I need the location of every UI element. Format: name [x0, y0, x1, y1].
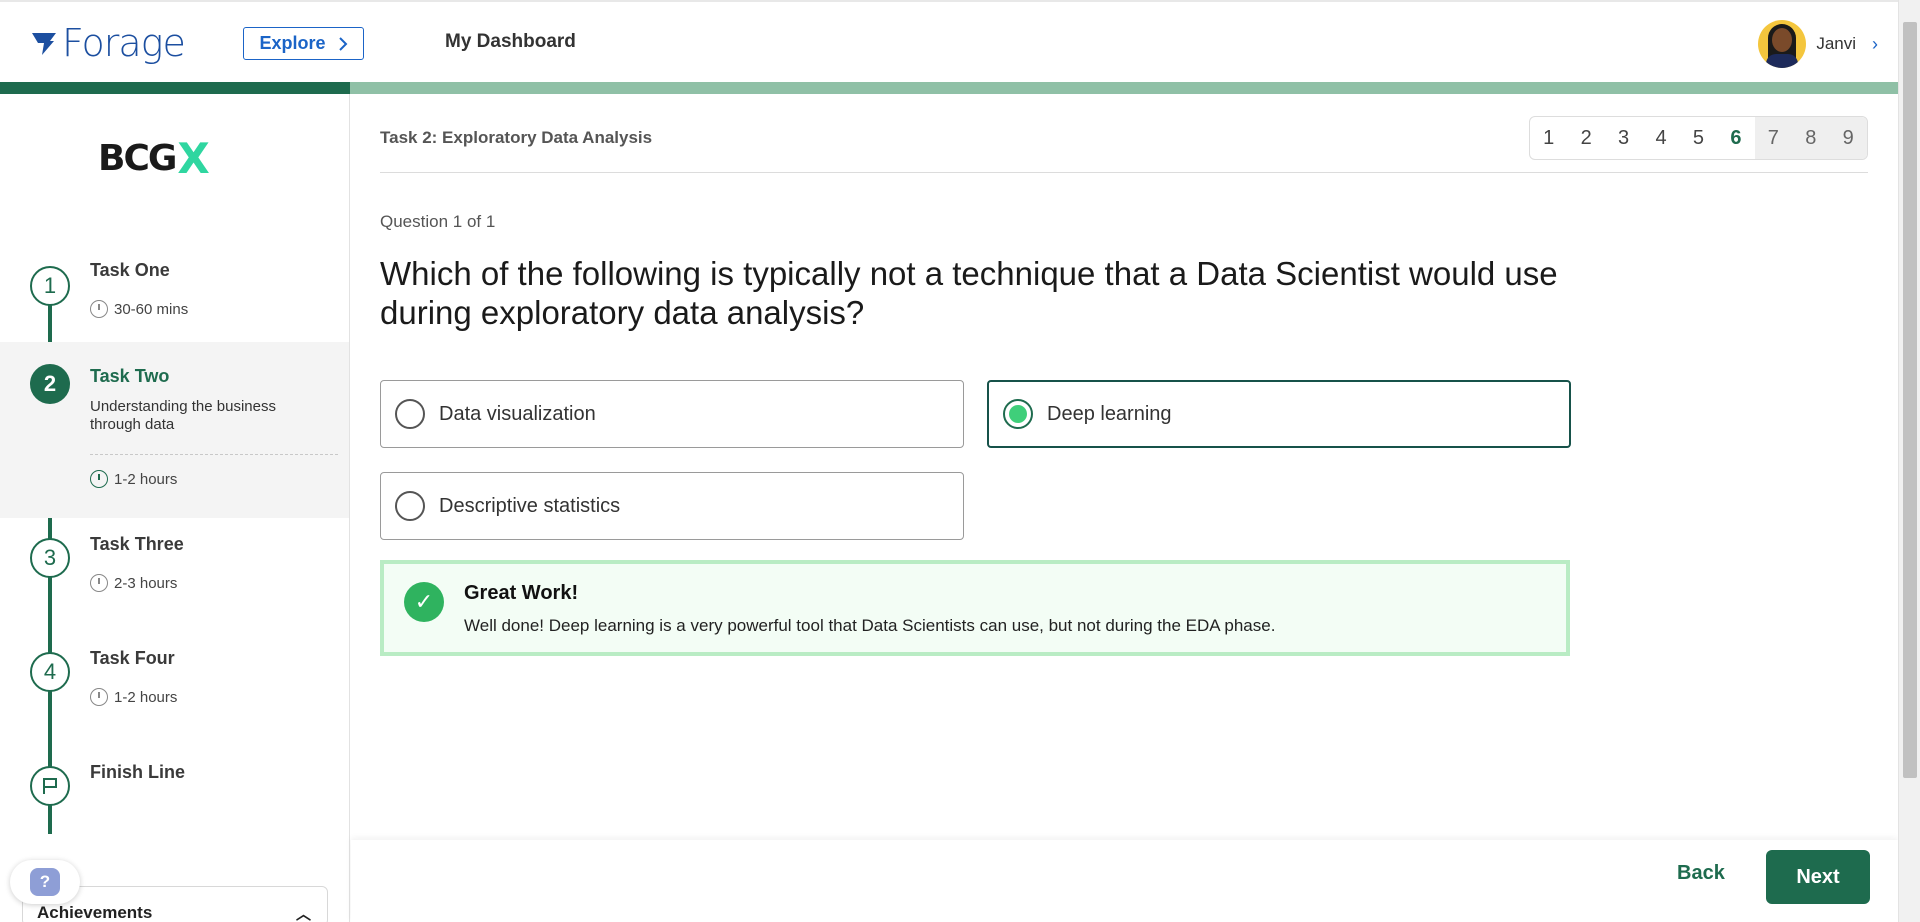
task-title: Task Four [90, 648, 175, 668]
step-number: 4 [30, 652, 70, 692]
step-number: 1 [30, 266, 70, 306]
task-title: Finish Line [90, 762, 186, 782]
feedback-title: Great Work! [464, 582, 579, 604]
company-logo-mark: X [177, 134, 210, 183]
sidebar-task-four[interactable]: 4 Task Four 1-2 hours [0, 648, 349, 738]
answer-option-deep-learning[interactable]: Deep learning [987, 380, 1571, 448]
user-avatar [1758, 20, 1807, 68]
help-button[interactable]: ? [10, 860, 80, 904]
sidebar-task-three[interactable]: 3 Task Three 2-3 hours [0, 534, 349, 624]
sidebar-finish-line[interactable]: Finish Line [0, 762, 349, 822]
task-title: Task Three [90, 534, 184, 554]
check-icon: ✓ [404, 582, 444, 622]
explore-label: Explore [259, 33, 326, 53]
feedback-text: Well done! Deep learning is a very power… [464, 616, 1276, 635]
clock-icon [90, 688, 108, 706]
page-6-current[interactable]: 6 [1717, 117, 1754, 159]
explore-button[interactable]: Explore [243, 27, 364, 60]
clock-icon [90, 574, 108, 592]
task-content: Task 2: Exploratory Data Analysis 1 2 3 … [351, 94, 1898, 922]
step-number: 3 [30, 538, 70, 578]
page-7[interactable]: 7 [1754, 117, 1793, 159]
task-duration: 2-3 hours [90, 574, 177, 592]
task-duration-text: 1-2 hours [114, 688, 178, 706]
forage-logo[interactable]: Forage [30, 21, 186, 65]
task-duration: 1-2 hours [90, 470, 177, 488]
task-title: Task One [90, 260, 170, 280]
divider [380, 172, 1868, 173]
progress-strip-complete [0, 82, 350, 94]
option-label: Deep learning [1047, 402, 1172, 425]
sidebar-task-one[interactable]: 1 Task One 30-60 mins [0, 244, 349, 336]
step-pager: 1 2 3 4 5 6 7 8 9 [1529, 116, 1868, 160]
task-duration-text: 30-60 mins [114, 300, 189, 318]
chevron-up-icon: ︿ [295, 906, 311, 922]
page-9[interactable]: 9 [1829, 117, 1867, 159]
user-name: Janvi [1816, 34, 1856, 53]
help-icon: ? [30, 868, 60, 896]
task-duration: 1-2 hours [90, 688, 177, 706]
radio-button[interactable] [395, 491, 425, 521]
radio-button[interactable] [395, 399, 425, 429]
company-logo: BCG X [98, 134, 210, 183]
flag-icon [30, 766, 70, 806]
question-text: Which of the following is typically not … [380, 255, 1558, 331]
task-divider [90, 454, 338, 455]
chevron-right-icon [338, 36, 347, 51]
page-8[interactable]: 8 [1792, 117, 1830, 159]
answer-option-descriptive-statistics[interactable]: Descriptive statistics [380, 472, 964, 540]
page-4[interactable]: 4 [1642, 117, 1679, 159]
next-button[interactable]: Next [1766, 850, 1870, 904]
company-logo-text: BCG [98, 138, 177, 179]
footer-navigation: Back Next [351, 840, 1898, 922]
achievements-label: Achievements [37, 903, 153, 922]
task-description: Understanding the business through data [90, 398, 276, 433]
clock-icon [90, 300, 108, 318]
radio-button-selected[interactable] [1003, 399, 1033, 429]
question-counter: Question 1 of 1 [380, 212, 496, 231]
task-title: Task Two [90, 366, 170, 386]
step-number: 2 [30, 364, 70, 404]
task-duration-text: 1-2 hours [114, 470, 178, 488]
task-sidebar: BCG X 1 Task One 30-60 mins 2 Task Two U… [0, 94, 350, 922]
option-label: Data visualization [439, 402, 596, 425]
feedback-panel: ✓ Great Work! Well done! Deep learning i… [380, 560, 1570, 656]
page-5[interactable]: 5 [1680, 117, 1717, 159]
task-duration-text: 2-3 hours [114, 574, 178, 592]
chevron-right-icon: › [1872, 33, 1878, 54]
page-3[interactable]: 3 [1605, 117, 1642, 159]
forage-logo-icon [32, 33, 56, 55]
back-button[interactable]: Back [1677, 862, 1725, 885]
clock-icon [90, 470, 108, 488]
progress-strip-remaining [350, 82, 1898, 94]
task-duration: 30-60 mins [90, 300, 188, 318]
option-label: Descriptive statistics [439, 494, 621, 517]
top-navigation-bar: Forage Explore My Dashboard Janvi › [0, 0, 1898, 82]
page-2[interactable]: 2 [1567, 117, 1604, 159]
forage-logo-text: Forage [62, 21, 186, 65]
answer-option-data-visualization[interactable]: Data visualization [380, 380, 964, 448]
page-scrollbar[interactable] [1898, 0, 1920, 922]
page-1[interactable]: 1 [1530, 117, 1567, 159]
user-menu[interactable]: Janvi › [1758, 20, 1878, 68]
my-dashboard-link[interactable]: My Dashboard [445, 31, 576, 53]
sidebar-task-two[interactable]: 2 Task Two Understanding the business th… [0, 342, 349, 518]
scrollbar-thumb[interactable] [1903, 22, 1917, 778]
task-heading: Task 2: Exploratory Data Analysis [380, 128, 653, 147]
